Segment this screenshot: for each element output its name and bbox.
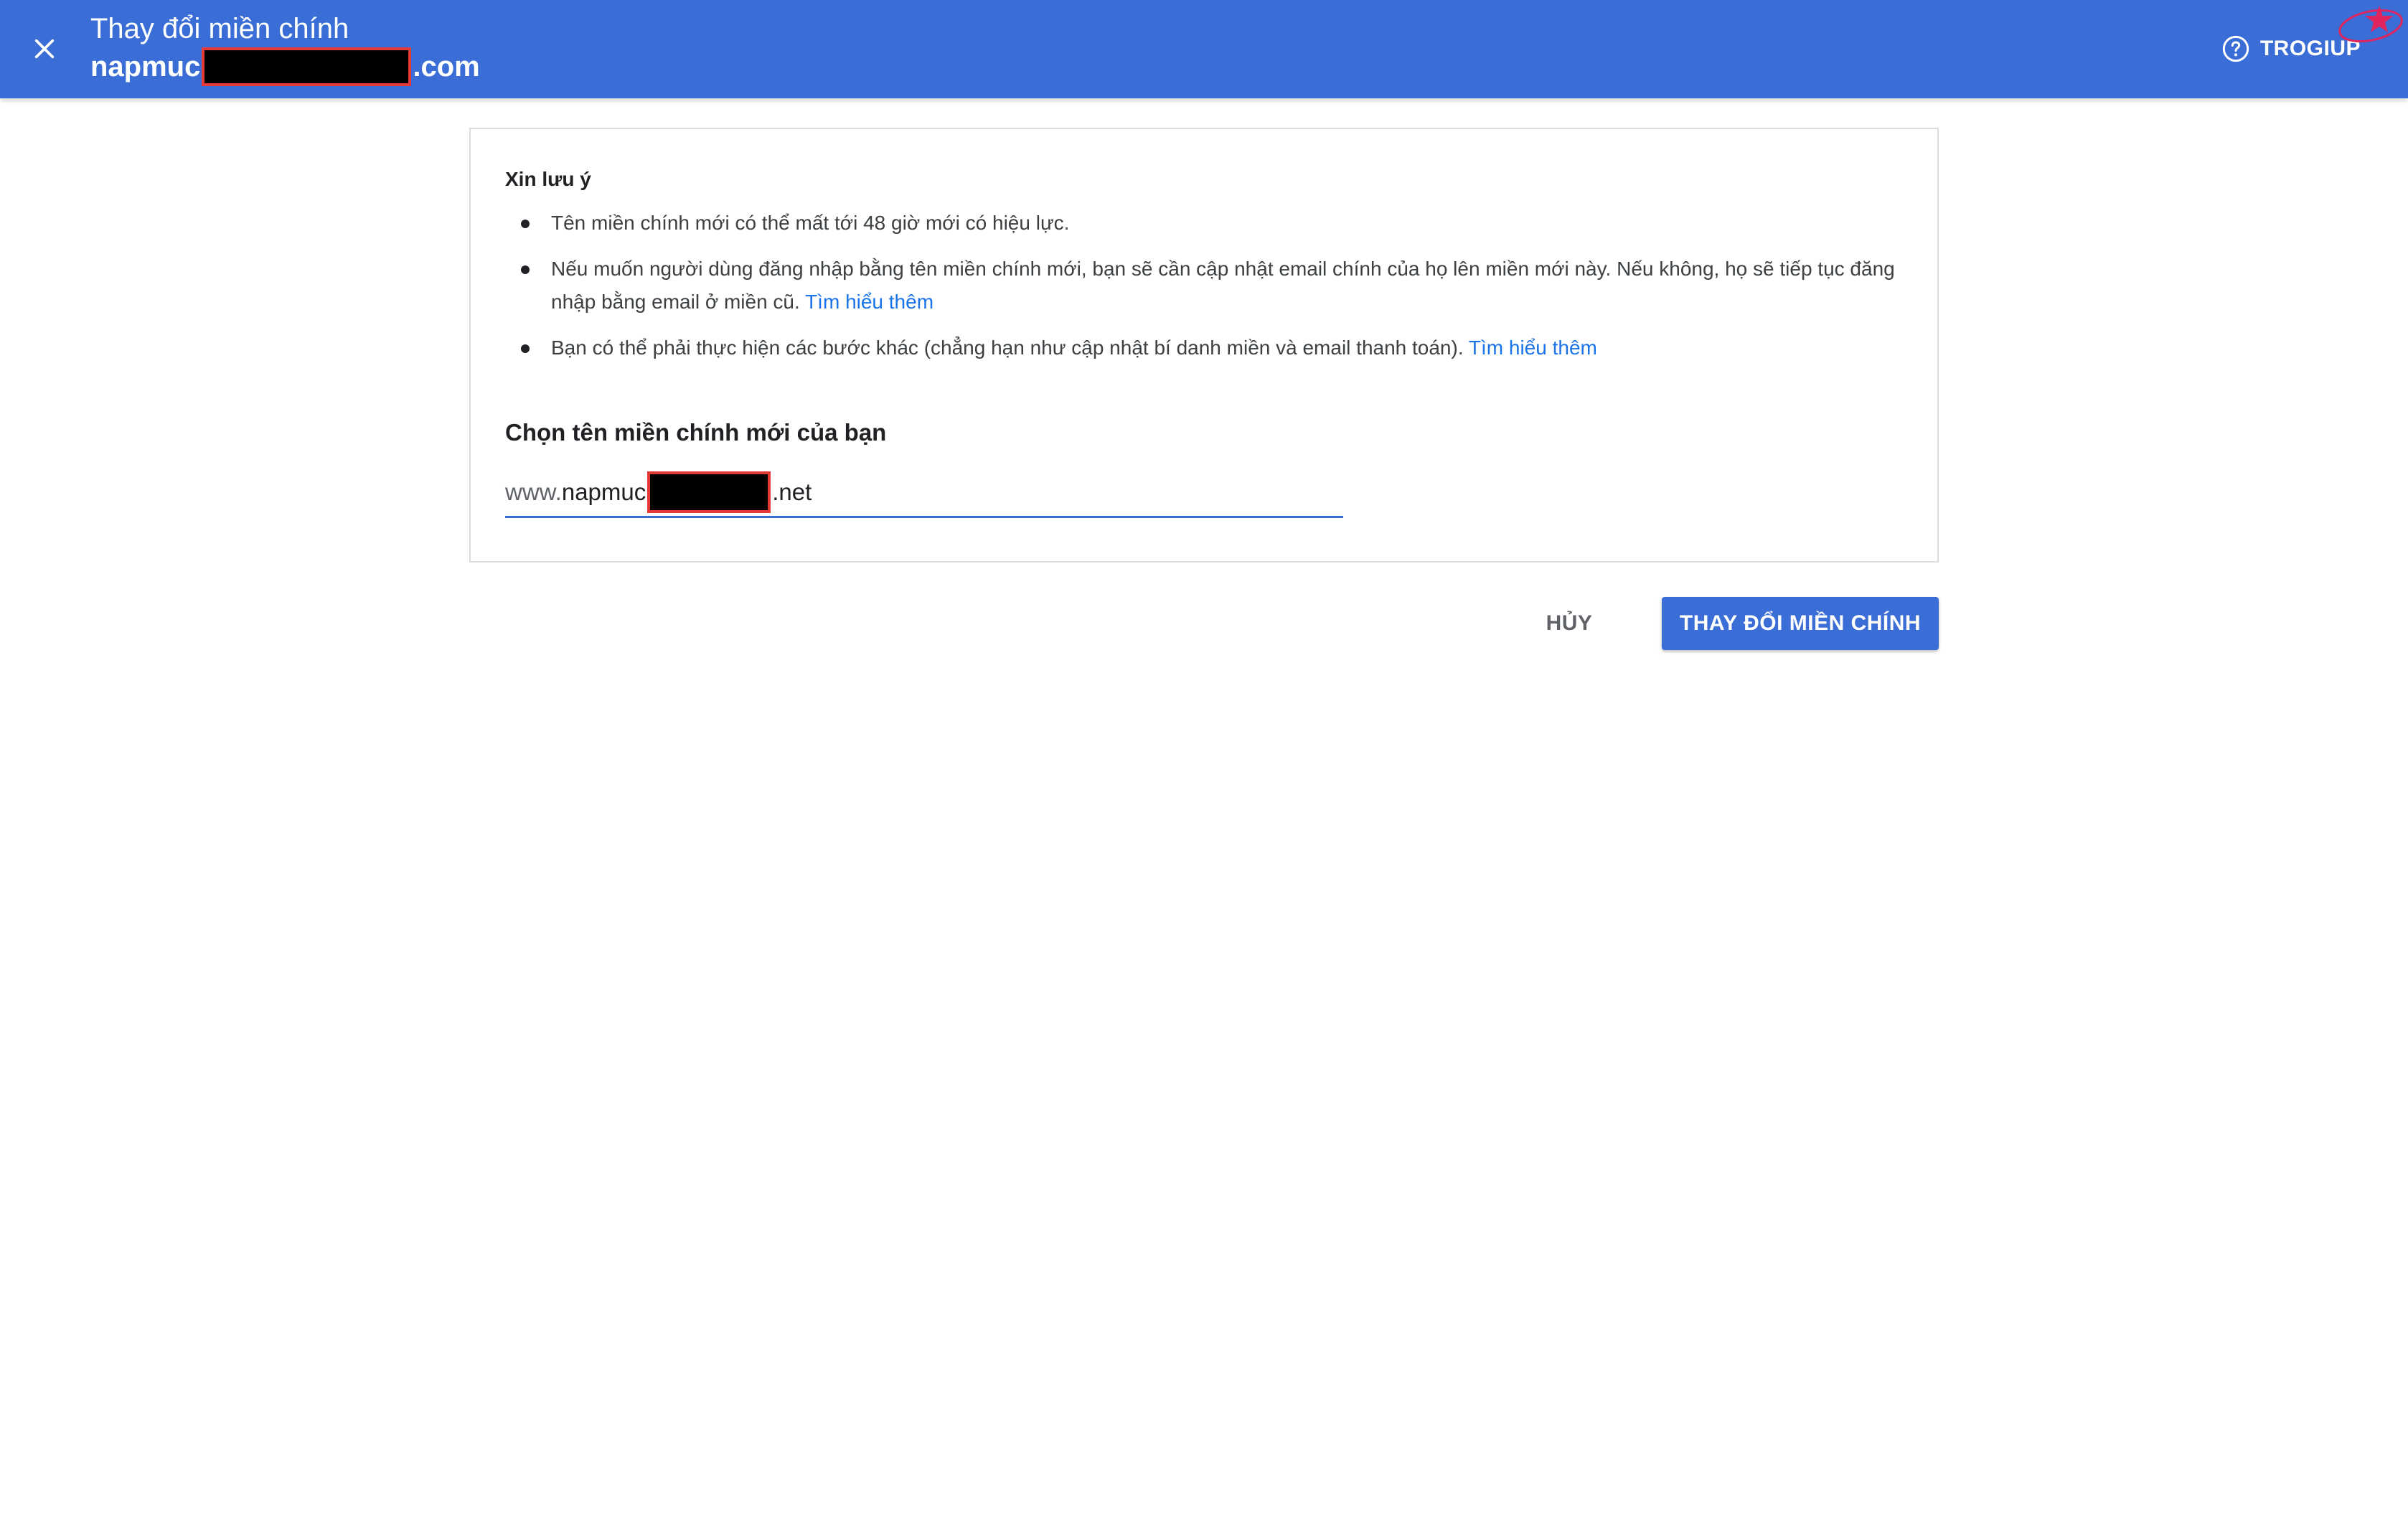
list-item: Tên miền chính mới có thể mất tới 48 giờ…: [505, 207, 1897, 240]
notice-title: Xin lưu ý: [505, 168, 591, 190]
current-domain-suffix: .com: [413, 51, 480, 83]
help-circle-icon: [2222, 35, 2249, 62]
app-header: Thay đổi miền chính napmuc .com TROGIUP: [0, 0, 2408, 98]
action-bar: HỦY THAY ĐỔI MIỀN CHÍNH: [0, 597, 2408, 650]
current-domain-prefix: napmuc: [90, 51, 201, 83]
notice-text: Nếu muốn người dùng đăng nhập bằng tên m…: [551, 258, 1895, 313]
change-domain-card: Xin lưu ý Tên miền chính mới có thể mất …: [469, 128, 1939, 563]
new-domain-field[interactable]: www. napmuc .net: [505, 471, 1343, 518]
list-item: Nếu muốn người dùng đăng nhập bằng tên m…: [505, 253, 1897, 319]
list-item: Bạn có thể phải thực hiện các bước khác …: [505, 331, 1897, 364]
notice-list: Tên miền chính mới có thể mất tới 48 giờ…: [505, 207, 1897, 377]
notice-text: Tên miền chính mới có thể mất tới 48 giờ…: [551, 212, 1070, 234]
domain-prefix: www.: [505, 478, 562, 505]
change-domain-button[interactable]: THAY ĐỔI MIỀN CHÍNH: [1662, 597, 1939, 650]
redacted-block: [647, 471, 771, 513]
close-button[interactable]: [22, 26, 67, 72]
watermark-logo-icon: [2338, 6, 2403, 43]
learn-more-link[interactable]: Tìm hiểu thêm: [1469, 337, 1597, 359]
page-title: Thay đổi miền chính: [90, 13, 349, 44]
notice-text: Bạn có thể phải thực hiện các bước khác …: [551, 337, 1464, 359]
domain-value-start: napmuc: [561, 478, 646, 505]
cancel-button[interactable]: HỦY: [1523, 597, 1616, 650]
learn-more-link[interactable]: Tìm hiểu thêm: [805, 291, 933, 313]
close-icon: [34, 39, 55, 59]
domain-select-title: Chọn tên miền chính mới của bạn: [505, 419, 887, 446]
redacted-block: [202, 47, 412, 86]
current-domain: napmuc .com: [90, 47, 480, 86]
header-title-block: Thay đổi miền chính napmuc .com: [90, 10, 480, 86]
domain-value-end: .net: [772, 478, 812, 505]
